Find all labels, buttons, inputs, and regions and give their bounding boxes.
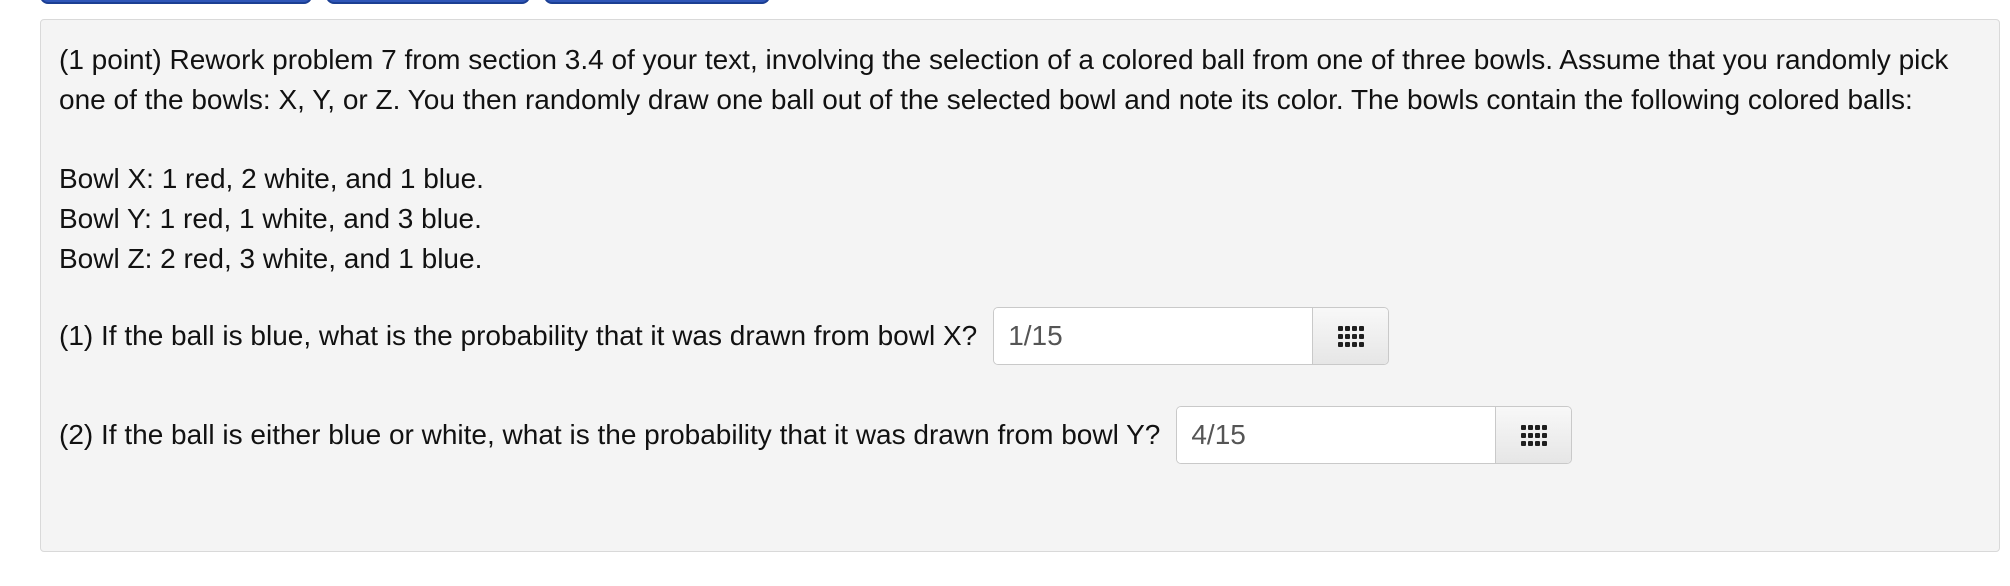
grid-icon: [1337, 325, 1365, 347]
question-1-answer-input[interactable]: [994, 308, 1313, 364]
question-1-label: (1) If the ball is blue, what is the pro…: [59, 320, 978, 351]
question-2-row: (2) If the ball is either blue or white,…: [59, 406, 1573, 464]
question-2-label: (2) If the ball is either blue or white,…: [59, 419, 1161, 450]
top-tab-2[interactable]: [326, 0, 530, 4]
grid-icon: [1520, 424, 1548, 446]
question-1-row: (1) If the ball is blue, what is the pro…: [59, 307, 1390, 365]
question-1-answer-group: [993, 307, 1390, 365]
bowl-x-contents: Bowl X: 1 red, 2 white, and 1 blue.: [59, 163, 484, 194]
problem-intro: (1 point) Rework problem 7 from section …: [59, 44, 1949, 115]
problem-panel: (1 point) Rework problem 7 from section …: [40, 19, 2000, 552]
top-tab-strip: [40, 0, 770, 4]
bowl-z-contents: Bowl Z: 2 red, 3 white, and 1 blue.: [59, 243, 483, 274]
top-tab-1[interactable]: [40, 0, 312, 4]
top-tab-3[interactable]: [544, 0, 770, 4]
question-2-answer-group: [1176, 406, 1573, 464]
question-2-answer-input[interactable]: [1177, 407, 1496, 463]
question-1-equation-palette-button[interactable]: [1312, 308, 1389, 364]
question-2-equation-palette-button[interactable]: [1495, 407, 1572, 463]
bowl-y-contents: Bowl Y: 1 red, 1 white, and 3 blue.: [59, 203, 482, 234]
